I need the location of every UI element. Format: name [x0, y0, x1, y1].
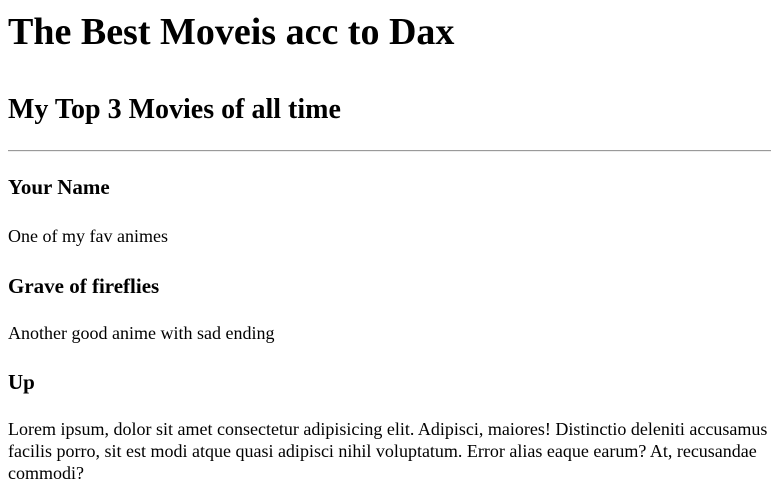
page-subtitle: My Top 3 Movies of all time	[8, 94, 341, 125]
page-title: The Best Moveis acc to Dax	[8, 11, 455, 53]
movie-description: One of my fav animes	[8, 226, 168, 246]
divider	[8, 150, 771, 152]
movie-title: Grave of fireflies	[8, 274, 160, 298]
movie-description: Lorem ipsum, dolor sit amet consectetur …	[8, 419, 768, 483]
movie-title: Up	[8, 370, 35, 394]
page-content: The Best Moveis acc to Dax My Top 3 Movi…	[0, 10, 779, 484]
movie-description: Another good anime with sad ending	[8, 323, 275, 343]
movie-title: Your Name	[8, 175, 110, 199]
movie-list: Your Name One of my fav animes Grave of …	[8, 175, 771, 484]
